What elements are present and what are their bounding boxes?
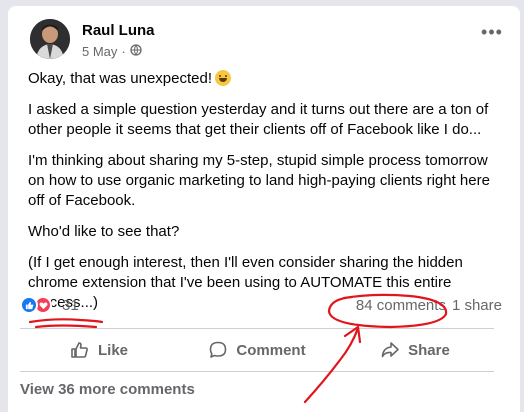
post-paragraph: I asked a simple question yesterday and …: [28, 101, 489, 138]
meta-separator: ·: [121, 44, 126, 59]
post-meta: 5 May ·: [82, 44, 142, 59]
post-date[interactable]: 5 May: [82, 44, 117, 59]
divider: [20, 328, 494, 329]
author-avatar[interactable]: [30, 19, 70, 59]
globe-icon: [130, 44, 142, 59]
reaction-count: 31: [62, 296, 79, 314]
post-text: Okay, that was unexpected! I asked a sim…: [28, 69, 508, 324]
reactions-summary[interactable]: 31: [20, 296, 79, 314]
like-label: Like: [97, 341, 128, 359]
action-bar: Like Comment Share: [20, 331, 494, 369]
like-button[interactable]: Like: [20, 331, 178, 369]
comment-button[interactable]: Comment: [178, 331, 336, 369]
thumbs-up-icon: [71, 342, 88, 358]
post-paragraph: Who'd like to see that?: [28, 223, 180, 240]
comments-count-link[interactable]: 84 comments: [356, 297, 446, 314]
divider: [20, 371, 494, 372]
view-more-comments-link[interactable]: View 36 more comments: [20, 381, 195, 398]
post-paragraph: Okay, that was unexpected!: [28, 69, 508, 89]
comment-label: Comment: [236, 341, 306, 359]
author-name[interactable]: Raul Luna: [82, 22, 155, 39]
comment-bubble-icon: [210, 341, 227, 358]
smile-emoji-icon: [215, 70, 231, 86]
share-arrow-icon: [381, 342, 399, 358]
shares-count-link[interactable]: 1 share: [452, 297, 502, 314]
post-paragraph: I'm thinking about sharing my 5-step, st…: [28, 152, 490, 209]
share-button[interactable]: Share: [336, 331, 494, 369]
more-options-icon[interactable]: •••: [478, 23, 506, 46]
like-reaction-icon: [20, 296, 38, 314]
post-stats: 84 comments 1 share: [356, 297, 502, 314]
share-label: Share: [408, 341, 450, 359]
